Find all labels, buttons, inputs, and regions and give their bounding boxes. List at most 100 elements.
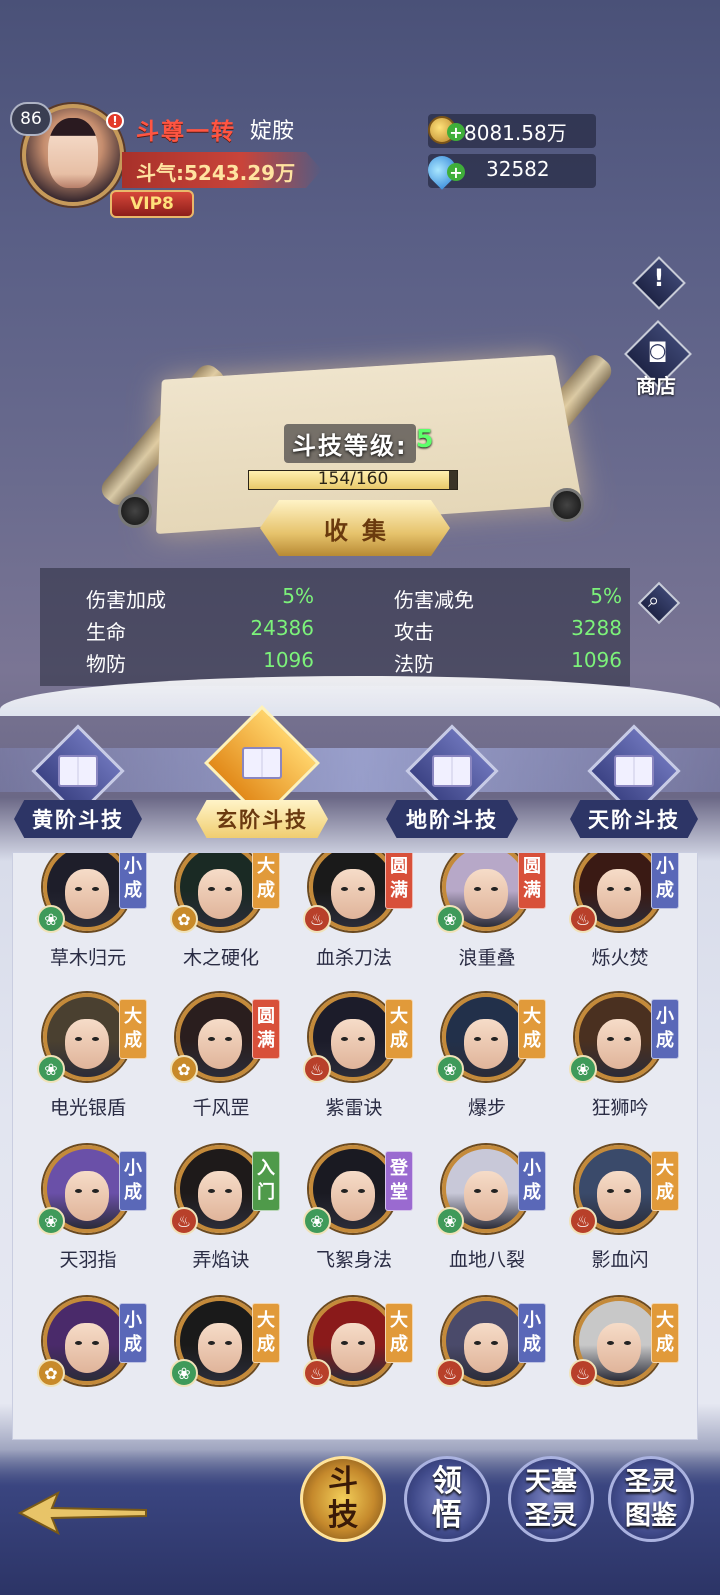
- tab-1[interactable]: 玄阶斗技: [196, 800, 328, 838]
- rank-tag: 圆满: [518, 853, 546, 909]
- stat-value: 3288: [571, 616, 622, 640]
- rank-char: 成: [656, 1334, 674, 1355]
- rank-tag: 小成: [651, 853, 679, 909]
- skill-card[interactable]: 入门 ♨ 弄焰诀: [170, 1145, 304, 1285]
- player-rank-title: 斗尊一转: [136, 119, 236, 145]
- player-power: 斗气:5243.29万: [136, 161, 296, 185]
- skill-name: 天羽指: [59, 1249, 117, 1271]
- rank-char: 满: [523, 880, 541, 901]
- skill-card[interactable]: 小成 ❀ 血地八裂: [436, 1145, 570, 1285]
- element-lotus-icon: ♨: [170, 1207, 198, 1235]
- rank-char: 满: [257, 1030, 275, 1051]
- skill-card[interactable]: 大成 ❀ 爆步: [436, 993, 570, 1133]
- element-lotus-icon: ✿: [37, 1359, 65, 1387]
- back-arrow-icon[interactable]: [18, 1488, 148, 1538]
- stat-value: 1096: [263, 648, 314, 672]
- rank-char: 大: [656, 1158, 674, 1179]
- book-icon: [58, 755, 98, 787]
- rank-char: 堂: [390, 1182, 408, 1203]
- magnifier-icon: ⌕: [648, 588, 660, 612]
- rank-char: 大: [390, 1006, 408, 1027]
- rank-tag: 入门: [252, 1151, 280, 1211]
- nav-label-top: 圣灵: [624, 1467, 677, 1497]
- skill-card[interactable]: 大成 ❀: [170, 1297, 304, 1437]
- element-lotus-icon: ♨: [436, 1359, 464, 1387]
- stat-label: 伤害减免: [394, 588, 474, 612]
- rank-char: 圆: [257, 1006, 275, 1027]
- player-level-badge: 86: [10, 102, 52, 136]
- stat-label: 攻击: [394, 620, 434, 644]
- skill-card[interactable]: 圆满 ❀ 浪重叠: [436, 853, 570, 983]
- skill-card[interactable]: 圆满 ♨ 血杀刀法: [303, 853, 437, 983]
- skill-card[interactable]: 大成 ♨ 影血闪: [569, 1145, 697, 1285]
- scroll-cap: [550, 488, 584, 522]
- rank-tag: 大成: [385, 1303, 413, 1363]
- element-lotus-icon: ♨: [303, 1359, 331, 1387]
- skill-card[interactable]: 小成 ❀ 狂狮吟: [569, 993, 697, 1133]
- nav-button-2[interactable]: 天墓 圣灵: [508, 1456, 594, 1542]
- rank-char: 大: [124, 1006, 142, 1027]
- element-lotus-icon: ✿: [170, 1055, 198, 1083]
- element-lotus-icon: ♨: [303, 1055, 331, 1083]
- skill-card[interactable]: 登堂 ❀ 飞絮身法: [303, 1145, 437, 1285]
- rank-char: 小: [523, 1158, 541, 1179]
- element-lotus-icon: ❀: [303, 1207, 331, 1235]
- rank-char: 成: [656, 880, 674, 901]
- skill-card[interactable]: 小成 ❀ 草木归元: [37, 853, 171, 983]
- vip-badge[interactable]: VIP8: [110, 190, 194, 218]
- skill-card[interactable]: 小成 ❀ 天羽指: [37, 1145, 171, 1285]
- rank-char: 小: [523, 1310, 541, 1331]
- element-lotus-icon: ♨: [569, 1207, 597, 1235]
- element-lotus-icon: ❀: [569, 1055, 597, 1083]
- shop-label: 商店: [636, 374, 676, 398]
- skill-name: 飞絮身法: [315, 1249, 392, 1271]
- rank-tag: 大成: [385, 999, 413, 1059]
- skill-card[interactable]: 大成 ♨ 紫雷诀: [303, 993, 437, 1133]
- rank-char: 成: [656, 1182, 674, 1203]
- nav-label-bottom: 技: [328, 1498, 358, 1533]
- skill-card[interactable]: 小成 ✿: [37, 1297, 171, 1437]
- rank-char: 成: [257, 880, 275, 901]
- element-lotus-icon: ❀: [37, 1055, 65, 1083]
- skill-card[interactable]: 大成 ♨: [569, 1297, 697, 1437]
- tab-2[interactable]: 地阶斗技: [386, 800, 518, 838]
- player-name: 婝胺: [250, 119, 295, 144]
- stat-value: 5%: [282, 584, 314, 608]
- rank-char: 成: [124, 880, 142, 901]
- add-gold-icon[interactable]: +: [447, 123, 465, 142]
- tab-0[interactable]: 黄阶斗技: [14, 800, 142, 838]
- rank-char: 登: [390, 1158, 408, 1179]
- rank-tag: 大成: [252, 1303, 280, 1363]
- nav-button-3[interactable]: 圣灵 图鉴: [608, 1456, 694, 1542]
- nav-button-0[interactable]: 斗技: [300, 1456, 386, 1542]
- skill-name: 弄焰诀: [192, 1249, 250, 1271]
- skill-card[interactable]: 大成 ♨: [303, 1297, 437, 1437]
- skill-name: 草木归元: [49, 947, 126, 969]
- rank-tag: 大成: [252, 853, 280, 909]
- tab-3[interactable]: 天阶斗技: [570, 800, 698, 838]
- rank-char: 大: [390, 1310, 408, 1331]
- add-gem-icon[interactable]: +: [447, 163, 465, 182]
- rank-char: 成: [257, 1334, 275, 1355]
- skill-name: 血地八裂: [448, 1249, 525, 1271]
- element-lotus-icon: ❀: [37, 905, 65, 933]
- rank-char: 入: [257, 1158, 275, 1179]
- skill-card[interactable]: 圆满 ✿ 千风罡: [170, 993, 304, 1133]
- rank-tag: 小成: [518, 1151, 546, 1211]
- skill-card[interactable]: 大成 ✿ 木之硬化: [170, 853, 304, 983]
- skill-card[interactable]: 大成 ❀ 电光银盾: [37, 993, 171, 1133]
- rank-char: 成: [390, 1334, 408, 1355]
- skill-card[interactable]: 小成 ♨ 烁火焚: [569, 853, 697, 983]
- element-lotus-icon: ❀: [170, 1359, 198, 1387]
- rank-char: 大: [656, 1310, 674, 1331]
- rank-tag: 小成: [119, 1151, 147, 1211]
- stat-label: 物防: [86, 652, 126, 676]
- collect-button[interactable]: 收集: [260, 500, 450, 556]
- rank-char: 成: [124, 1030, 142, 1051]
- stat-value: 5%: [590, 584, 622, 608]
- nav-label-top: 天墓: [524, 1467, 577, 1497]
- skill-card[interactable]: 小成 ♨: [436, 1297, 570, 1437]
- rank-char: 成: [390, 1030, 408, 1051]
- nav-button-1[interactable]: 领悟: [404, 1456, 490, 1542]
- rank-char: 小: [124, 1310, 142, 1331]
